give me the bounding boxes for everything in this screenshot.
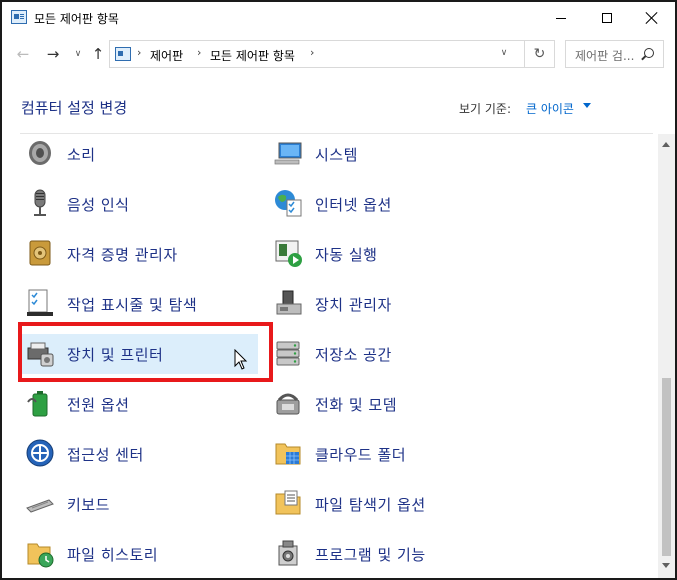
control-panel-window: 모든 제어판 항목 ← → ∨ ↑ › 제어판 › 모든 제어판 항목 › ∨ … (0, 0, 677, 580)
list-item-speech-recognition[interactable]: 음성 인식 (20, 184, 258, 224)
close-icon (646, 12, 658, 24)
file-history-icon (27, 543, 54, 568)
item-label[interactable]: 자격 증명 관리자 (67, 244, 178, 265)
minimize-icon (556, 17, 566, 19)
item-label[interactable]: 키보드 (67, 494, 110, 515)
list-item-cloud-folder[interactable]: 클라우드 폴더 (268, 434, 506, 474)
item-label[interactable]: 클라우드 폴더 (315, 444, 406, 465)
breadcrumb-all-items[interactable]: 모든 제어판 항목 (210, 47, 295, 64)
autoplay-icon (275, 240, 302, 267)
control-panel-icon (115, 47, 131, 61)
list-item-credential-manager[interactable]: 자격 증명 관리자 (20, 234, 258, 274)
minimize-button[interactable] (538, 2, 584, 34)
back-button[interactable]: ← (13, 44, 33, 64)
address-bar[interactable]: › 제어판 › 모든 제어판 항목 › ∨ ↻ (109, 40, 555, 68)
mouse-cursor-icon (234, 349, 248, 370)
list-item-device-manager[interactable]: 장치 관리자 (268, 284, 506, 324)
title-bar: 모든 제어판 항목 (2, 2, 675, 34)
list-item-sound[interactable]: 소리 (20, 134, 258, 174)
list-item-file-history[interactable]: 파일 히스토리 (20, 534, 258, 574)
view-by-dropdown[interactable]: 큰 아이콘 (526, 100, 574, 117)
list-item-ease-of-access[interactable]: 접근성 센터 (20, 434, 258, 474)
breadcrumb-control-panel[interactable]: 제어판 (150, 47, 183, 64)
item-label[interactable]: 소리 (67, 144, 96, 165)
window-title: 모든 제어판 항목 (34, 12, 119, 26)
list-item-internet-options[interactable]: 인터넷 옵션 (268, 184, 506, 224)
item-label[interactable]: 파일 히스토리 (67, 544, 158, 565)
close-button[interactable] (629, 2, 675, 34)
chevron-down-icon[interactable] (583, 103, 591, 108)
list-item-keyboard[interactable]: 키보드 (20, 484, 258, 524)
maximize-icon (602, 13, 612, 23)
scrollbar-thumb[interactable] (662, 378, 671, 556)
keyboard-icon (26, 499, 54, 513)
chevron-right-icon: › (137, 46, 142, 59)
up-button[interactable]: ↑ (88, 44, 108, 64)
search-input[interactable]: 제어판 검... (575, 47, 634, 64)
folder-options-icon (275, 490, 301, 515)
page-title: 컴퓨터 설정 변경 (21, 99, 128, 117)
list-item-storage-spaces[interactable]: 저장소 공간 (268, 334, 506, 374)
item-label[interactable]: 전원 옵션 (67, 394, 129, 415)
item-label[interactable]: 자동 실행 (315, 244, 377, 265)
storage-drives-icon (276, 341, 300, 366)
recent-locations-button[interactable]: ∨ (68, 44, 88, 64)
view-by-label: 보기 기준: (459, 102, 512, 116)
refresh-button[interactable]: ↻ (524, 41, 554, 67)
device-manager-icon (276, 290, 302, 315)
speaker-icon (29, 141, 51, 165)
list-item-phone-modem[interactable]: 전화 및 모뎀 (268, 384, 506, 424)
item-label[interactable]: 전화 및 모뎀 (315, 394, 397, 415)
search-box[interactable]: 제어판 검... (565, 40, 664, 68)
search-icon[interactable] (644, 48, 654, 58)
control-panel-icon (11, 10, 27, 24)
item-label[interactable]: 시스템 (315, 144, 358, 165)
list-item-taskbar-navigation[interactable]: 작업 표시줄 및 탐색 (20, 284, 258, 324)
accessibility-icon (26, 439, 54, 467)
phone-fax-icon (276, 393, 300, 415)
programs-icon (278, 540, 298, 566)
list-item-system[interactable]: 시스템 (268, 134, 506, 174)
item-label[interactable]: 작업 표시줄 및 탐색 (67, 294, 197, 315)
scroll-down-arrow-icon[interactable] (662, 563, 670, 568)
item-label[interactable]: 음성 인식 (67, 194, 129, 215)
forward-button[interactable]: → (43, 44, 63, 64)
computer-icon (274, 142, 302, 165)
vertical-scrollbar[interactable] (658, 134, 675, 578)
chevron-down-icon[interactable]: ∨ (497, 48, 511, 60)
item-label[interactable]: 접근성 센터 (67, 444, 144, 465)
maximize-button[interactable] (584, 2, 630, 34)
item-label[interactable]: 저장소 공간 (315, 344, 392, 365)
list-item-autoplay[interactable]: 자동 실행 (268, 234, 506, 274)
globe-checklist-icon (275, 190, 302, 217)
chevron-right-icon[interactable]: › (197, 46, 201, 59)
item-label[interactable]: 프로그램 및 기능 (315, 544, 426, 565)
navigation-bar: ← → ∨ ↑ › 제어판 › 모든 제어판 항목 › ∨ ↻ 제어판 검... (2, 38, 675, 70)
item-label[interactable]: 파일 탐색기 옵션 (315, 494, 426, 515)
item-label[interactable]: 인터넷 옵션 (315, 194, 392, 215)
chevron-right-icon[interactable]: › (310, 46, 314, 59)
microphone-icon (34, 189, 46, 216)
vault-icon (29, 240, 51, 266)
battery-icon (27, 391, 48, 417)
taskbar-icon (27, 289, 53, 316)
scroll-up-arrow-icon[interactable] (662, 142, 670, 147)
list-item-programs-features[interactable]: 프로그램 및 기능 (268, 534, 506, 574)
list-item-file-explorer-options[interactable]: 파일 탐색기 옵션 (268, 484, 506, 524)
item-label[interactable]: 장치 관리자 (315, 294, 392, 315)
cloud-folder-icon (275, 443, 301, 465)
list-item-power-options[interactable]: 전원 옵션 (20, 384, 258, 424)
